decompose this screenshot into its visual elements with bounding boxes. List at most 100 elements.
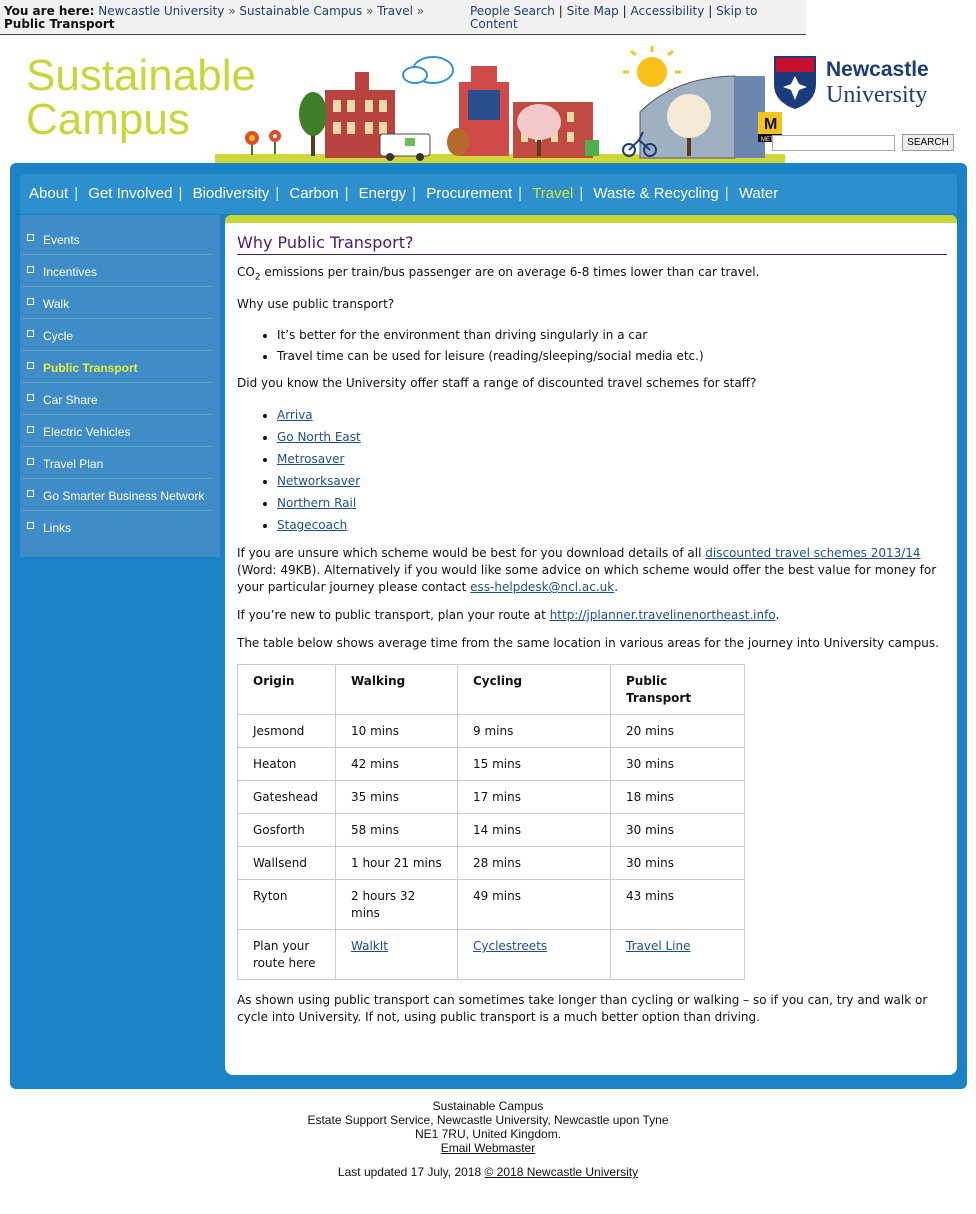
travel-line-link[interactable]: Travel Line [626,939,691,953]
table-cell: Gosforth [237,813,336,847]
sidebar-item-label: Links [43,521,72,535]
list-item: Northern Rail [277,492,947,514]
list-item: Go North East [277,426,947,448]
scheme-link-stagecoach[interactable]: Stagecoach [277,518,347,532]
cyclestreets-link[interactable]: Cyclestreets [473,939,547,953]
bullet-icon [27,522,34,529]
nav-item-carbon[interactable]: Carbon | [289,185,354,202]
breadcrumb-link-sustainable-campus[interactable]: Sustainable Campus [239,4,362,18]
table-cell: 28 mins [457,846,611,880]
nav-item-biodiversity[interactable]: Biodiversity | [193,185,286,202]
main-frame: About | Get Involved | Biodiversity | Carbo… [10,163,967,1089]
table-cell: Gateshead [237,780,336,814]
table-row: Jesmond 10 mins 9 mins 20 mins [237,714,745,748]
bullet-icon [27,394,34,401]
site-footer: Sustainable Campus Estate Support Servic… [0,1099,976,1179]
scheme-link-networksaver[interactable]: Networksaver [277,474,360,488]
scheme-link-northern-rail[interactable]: Northern Rail [277,496,356,510]
tree-icon [299,92,327,156]
discounted-schemes-link[interactable]: discounted travel schemes 2013/14 [705,546,920,560]
table-cell: 14 mins [457,813,611,847]
copyright-link[interactable]: © 2018 Newcastle University [485,1165,639,1179]
why-bullet-list: It’s better for the environment than dri… [237,325,947,367]
sidebar-item-walk[interactable]: Walk [23,287,213,319]
search-input[interactable] [772,135,895,151]
table-row: Gateshead 35 mins 17 mins 18 mins [237,780,745,814]
nav-link-travel[interactable]: Travel [532,185,573,202]
table-cell: 43 mins [610,879,745,930]
table-row: Ryton 2 hours 32 mins 49 mins 43 mins [237,879,745,930]
planner-text: If you’re new to public transport, plan … [237,608,550,622]
nav-link-water[interactable]: Water [739,185,778,202]
table-cell: 20 mins [610,714,745,748]
sidebar-item-cycle[interactable]: Cycle [23,319,213,351]
table-header-row: Origin Walking Cycling Public Transport [237,664,745,715]
nav-link-get-involved[interactable]: Get Involved [88,185,172,202]
nav-item-energy[interactable]: Energy | [359,185,422,202]
bullet-icon [27,362,34,369]
nav-item-about[interactable]: About | [29,185,84,202]
sidebar-item-go-smarter[interactable]: Go Smarter Business Network [23,479,213,511]
nav-link-procurement[interactable]: Procurement [426,185,512,202]
people-search-link[interactable]: People Search [470,4,555,18]
recycling-bin-icon [585,140,599,156]
table-header-cell: Public Transport [610,664,745,715]
sidebar-item-electric-vehicles[interactable]: Electric Vehicles [23,415,213,447]
quick-links-separator: | [708,4,713,18]
nav-link-carbon[interactable]: Carbon [289,185,338,202]
campus-illustration-banner: M METRO [215,46,785,164]
unsure-text: If you are unsure which scheme would be … [237,546,706,560]
nav-item-get-involved[interactable]: Get Involved | [88,185,188,202]
table-cell: 17 mins [457,780,611,814]
sidebar-item-label: Cycle [43,329,74,343]
table-cell: Plan your route here [237,929,336,980]
last-updated-text: Last updated 17 July, 2018 [337,1165,482,1179]
list-item: Stagecoach [277,514,947,536]
co2-paragraph: CO2 emissions per train/bus passenger ar… [237,264,947,282]
breadcrumb-link-university[interactable]: Newcastle University [98,4,224,18]
table-cell: Wallsend [237,846,336,880]
walkit-link[interactable]: WalkIt [351,939,388,953]
nav-link-biodiversity[interactable]: Biodiversity [193,185,270,202]
email-webmaster-link[interactable]: Email Webmaster [441,1141,535,1155]
sidebar-item-public-transport[interactable]: Public Transport [23,351,213,383]
nav-item-waste-recycling[interactable]: Waste & Recycling | [593,185,734,202]
helpdesk-email-link[interactable]: ess-helpdesk@ncl.ac.uk [470,580,614,594]
nav-item-travel[interactable]: Travel | [532,185,589,202]
table-cell: Travel Line [610,929,745,980]
breadcrumb-link-travel[interactable]: Travel [377,4,413,18]
sidebar-item-label: Events [43,233,80,247]
search-button[interactable]: SEARCH [902,134,954,151]
sidebar-item-label: Go Smarter Business Network [43,489,205,503]
journey-planner-link[interactable]: http://jplanner.travelinenortheast.info [550,608,776,622]
sidebar-item-events[interactable]: Events [23,223,213,255]
sidebar-item-links[interactable]: Links [23,511,213,542]
site-map-link[interactable]: Site Map [567,4,619,18]
nav-item-water[interactable]: Water [739,185,778,202]
table-intro: The table below shows average time from … [237,636,939,650]
svg-text:M: M [764,116,777,133]
table-row-plan: Plan your route here WalkIt Cyclestreets… [237,929,745,980]
sidebar-item-label: Public Transport [43,361,138,375]
accessibility-link[interactable]: Accessibility [631,4,705,18]
sidebar-item-car-share[interactable]: Car Share [23,383,213,415]
schemes-list: Arriva Go North East Metrosaver Networks… [237,404,947,536]
scheme-link-go-north-east[interactable]: Go North East [277,430,361,444]
nav-link-energy[interactable]: Energy [359,185,407,202]
nav-separator: | [579,185,584,202]
scheme-link-arriva[interactable]: Arriva [277,408,313,422]
unsure-paragraph: If you are unsure which scheme would be … [237,545,947,596]
scheme-link-metrosaver[interactable]: Metrosaver [277,452,344,466]
nav-link-waste-recycling[interactable]: Waste & Recycling [593,185,718,202]
table-cell: 30 mins [610,846,745,880]
nav-item-procurement[interactable]: Procurement | [426,185,528,202]
co2-text-rest: emissions per train/bus passenger are on… [260,265,760,279]
quick-links-separator: | [622,4,627,18]
table-row: Heaton 42 mins 15 mins 30 mins [237,747,745,781]
sidebar-item-incentives[interactable]: Incentives [23,255,213,287]
breadcrumb-current: Public Transport [4,17,115,31]
sidebar-item-travel-plan[interactable]: Travel Plan [23,447,213,479]
nav-link-about[interactable]: About [29,185,68,202]
bullet-icon [27,426,34,433]
sidebar-item-label: Incentives [43,265,98,279]
